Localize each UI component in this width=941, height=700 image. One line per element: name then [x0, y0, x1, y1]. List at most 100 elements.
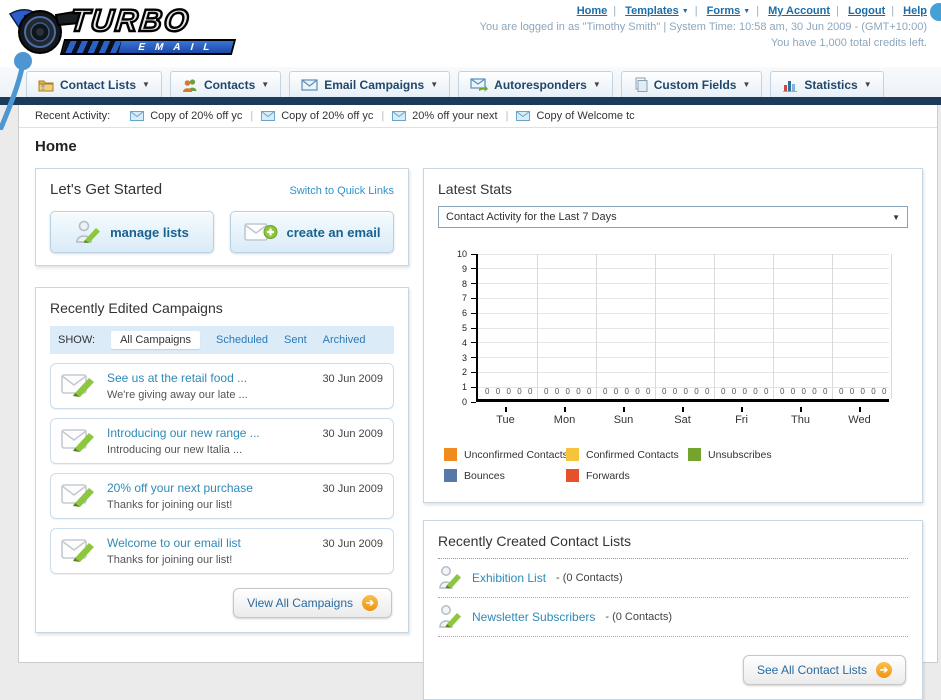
tab-label: Autoresponders: [494, 77, 587, 92]
y-axis-tick-label: 5: [461, 323, 467, 333]
chart-x-axis: Tue Mon Sun Sat Fri Thu Wed: [476, 405, 889, 435]
y-axis-tick-label: 4: [461, 337, 467, 348]
recent-activity-item[interactable]: Copy of Welcome tc: [516, 110, 635, 122]
y-axis-tick-label: 2: [461, 367, 467, 378]
data-value-label: 0: [544, 387, 549, 396]
tab-autoresponders[interactable]: Autoresponders ▼: [458, 71, 613, 97]
data-value-label: 0: [753, 387, 758, 396]
y-axis-tick-label: 0: [461, 397, 467, 407]
nav-separator: |: [613, 5, 617, 17]
data-value-label: 0: [624, 387, 629, 396]
envelope-icon: [261, 111, 276, 121]
tab-contact-lists[interactable]: Contact Lists ▼: [26, 71, 162, 97]
campaign-title-link[interactable]: See us at the retail food ...: [107, 371, 312, 385]
data-value-label: 0: [683, 387, 688, 396]
chart-y-axis: 0 1 2 3 4 5 6 7 8 9 10: [444, 249, 476, 407]
tab-custom-fields[interactable]: Custom Fields ▼: [620, 71, 763, 97]
see-all-contact-lists-button[interactable]: See All Contact Lists ➔: [742, 655, 906, 685]
recent-activity-text: Copy of 20% off yc: [150, 110, 243, 122]
data-value-label: 0: [721, 387, 726, 396]
data-value-label: 0: [705, 387, 710, 396]
chevron-down-icon: ▼: [892, 212, 900, 222]
envelope-plus-icon: [243, 223, 278, 241]
data-value-label: 0: [790, 387, 796, 396]
campaign-subtitle: Thanks for joining our list!: [107, 499, 233, 511]
tab-contacts[interactable]: Contacts ▼: [169, 71, 282, 97]
filter-tab-archived[interactable]: Archived: [323, 334, 366, 346]
data-value-label: 0: [554, 387, 560, 396]
chevron-down-icon: ▼: [142, 80, 150, 89]
nav-help[interactable]: Help: [903, 5, 927, 17]
data-value-label: 0: [662, 387, 667, 396]
tab-statistics[interactable]: Statistics ▼: [770, 71, 884, 97]
envelope-pencil-icon: [61, 484, 94, 507]
people-icon: [182, 78, 197, 92]
y-axis-tick-label: 8: [461, 278, 467, 289]
navy-divider-bar: [0, 97, 941, 105]
campaign-title-link[interactable]: Welcome to our email list: [107, 536, 312, 550]
campaign-row: 20% off your next purchase Thanks for jo…: [50, 473, 394, 519]
y-axis-tick-label: 9: [461, 263, 467, 274]
main-nav-tabs: Contact Lists ▼ Contacts ▼ Email Campaig…: [0, 67, 941, 97]
y-axis-tick-label: 3: [461, 352, 467, 363]
data-value-label: 0: [528, 387, 533, 396]
data-value-label: 0: [495, 387, 501, 396]
filter-tab-scheduled[interactable]: Scheduled: [216, 334, 268, 346]
arrow-right-icon: ➔: [362, 595, 378, 611]
x-axis-tick-label: Thu: [791, 414, 810, 426]
data-value-label: 0: [764, 387, 769, 396]
nav-logout[interactable]: Logout: [848, 5, 885, 17]
tab-label: Email Campaigns: [324, 77, 425, 92]
envelope-icon: [516, 111, 531, 121]
manage-lists-button[interactable]: manage lists: [50, 211, 214, 253]
contact-activity-chart: 0 1 2 3 4 5 6 7 8 9 10 000000000000000000000000000…: [444, 249, 908, 442]
envelope-icon: [392, 111, 407, 121]
gridline: [890, 254, 892, 399]
contact-list-link[interactable]: Exhibition List: [472, 571, 546, 585]
nav-my-account[interactable]: My Account: [768, 5, 830, 17]
filter-tab-all-campaigns[interactable]: All Campaigns: [111, 331, 200, 349]
nav-home[interactable]: Home: [577, 5, 608, 17]
nav-separator: |: [836, 5, 839, 17]
create-email-label: create an email: [286, 224, 381, 240]
gridline: [478, 327, 889, 329]
filter-tab-sent[interactable]: Sent: [284, 334, 307, 346]
nav-forms[interactable]: Forms: [707, 5, 741, 17]
legend-item: Bounces: [444, 469, 566, 482]
envelope-icon: [130, 111, 145, 121]
legend-label: Forwards: [586, 469, 630, 482]
nav-templates[interactable]: Templates: [625, 5, 679, 17]
contact-list-link[interactable]: Newsletter Subscribers: [472, 610, 595, 624]
chevron-down-icon: ▼: [742, 80, 751, 89]
stats-filter-dropdown[interactable]: Contact Activity for the Last 7 Days ▼: [438, 206, 908, 228]
help-bubble-icon[interactable]: [930, 3, 941, 21]
create-email-button[interactable]: create an email: [230, 211, 394, 253]
x-axis-tick: [799, 407, 802, 412]
nav-separator: |: [694, 5, 698, 17]
tab-label: Contact Lists: [60, 77, 137, 92]
data-value-label: 0: [812, 387, 817, 396]
activity-separator: |: [381, 110, 385, 122]
x-axis-tick-label: Mon: [553, 414, 576, 426]
recent-activity-item[interactable]: Copy of 20% off yc: [130, 110, 242, 122]
recent-activity-text: Copy of 20% off yc: [281, 110, 374, 122]
gridline: [713, 254, 715, 399]
data-value-label: 0: [646, 387, 651, 396]
gridline: [478, 253, 889, 255]
campaign-title-link[interactable]: Introducing our new range ...: [107, 426, 312, 440]
campaign-title-link[interactable]: 20% off your next purchase: [107, 481, 312, 495]
recent-activity-item[interactable]: 20% off your next: [392, 110, 498, 122]
show-label: SHOW:: [58, 334, 96, 346]
data-value-label: 0: [860, 387, 865, 396]
switch-quick-links-link[interactable]: Switch to Quick Links: [289, 185, 394, 197]
gridline: [478, 283, 889, 285]
recent-activity-item[interactable]: Copy of 20% off yc: [261, 110, 373, 122]
recent-campaigns-panel: Recently Edited Campaigns SHOW: All Camp…: [35, 287, 409, 633]
data-value-label: 0: [506, 387, 511, 396]
page-title: Home: [35, 138, 77, 155]
gridline: [536, 254, 538, 399]
view-all-campaigns-button[interactable]: View All Campaigns ➔: [233, 588, 392, 618]
login-status-text: You are logged in as "Timothy Smith" | S…: [479, 21, 927, 33]
tab-email-campaigns[interactable]: Email Campaigns ▼: [289, 71, 451, 97]
x-axis-tick-label: Fri: [735, 414, 748, 426]
